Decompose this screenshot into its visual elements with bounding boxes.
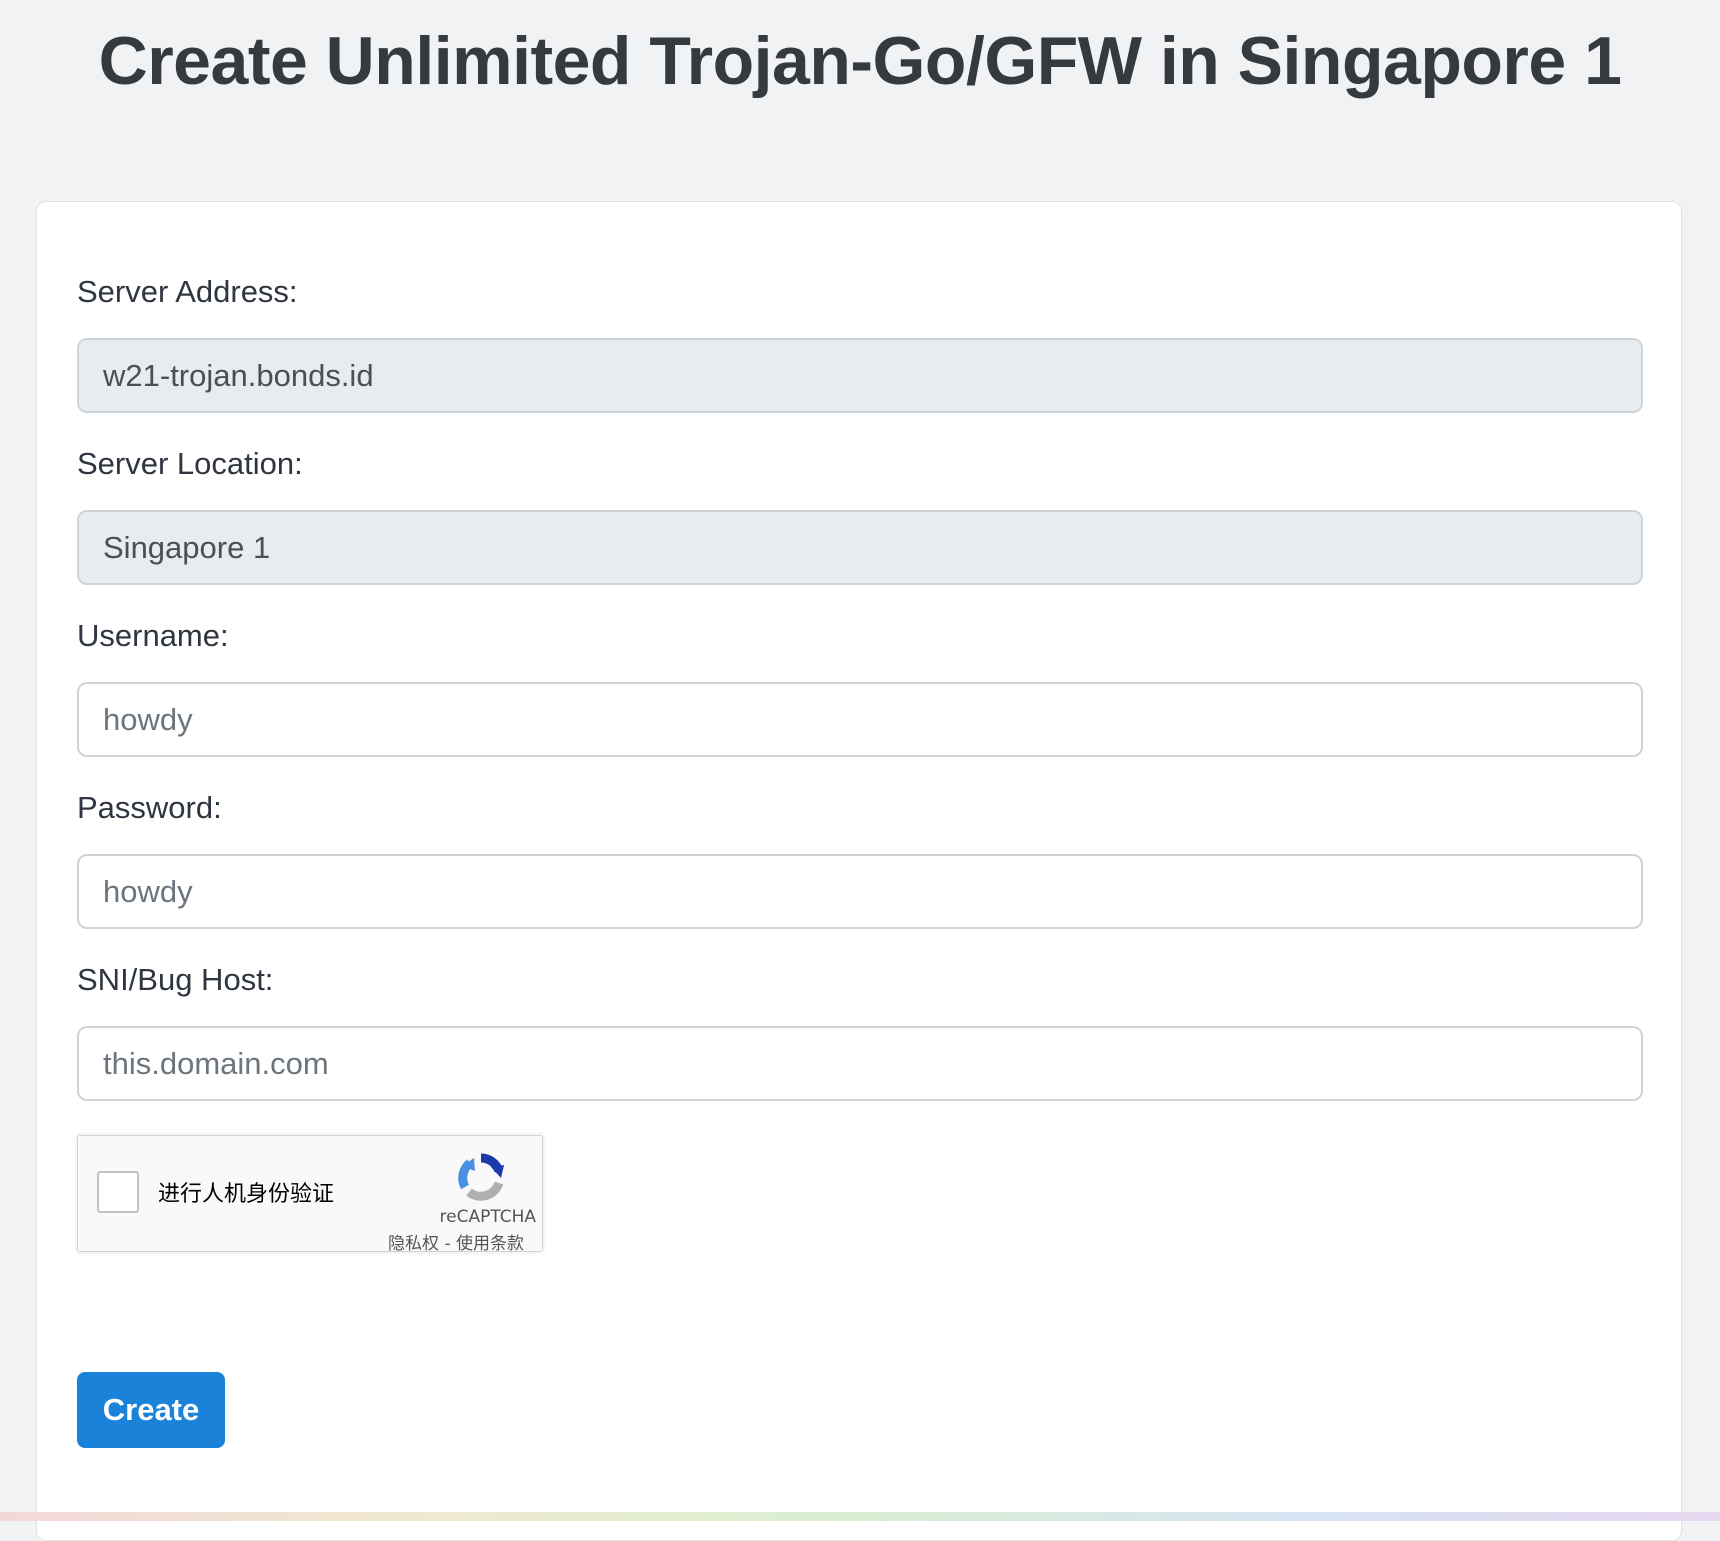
form-card: Server Address: Server Location: Usernam… [36, 201, 1682, 1541]
recaptcha-links: 隐私权 - 使用条款 [388, 1229, 524, 1254]
server-address-label: Server Address: [77, 274, 298, 309]
server-location-label: Server Location: [77, 446, 303, 481]
sni-bug-host-group: SNI/Bug Host: [77, 960, 1643, 1101]
server-location-input[interactable] [77, 510, 1643, 585]
recaptcha-widget: 进行人机身份验证 reCAPTCHA 隐私权 - 使用条款 [77, 1135, 543, 1254]
username-label: Username: [77, 618, 229, 653]
create-button[interactable]: Create [77, 1372, 225, 1448]
sni-bug-host-input[interactable] [77, 1026, 1643, 1101]
username-input[interactable] [77, 682, 1643, 757]
recaptcha-terms-link[interactable]: 使用条款 [456, 1234, 524, 1254]
password-input[interactable] [77, 854, 1643, 929]
server-location-group: Server Location: [77, 444, 1643, 585]
recaptcha-links-separator: - [439, 1234, 456, 1254]
server-address-group: Server Address: [77, 272, 1643, 413]
password-label: Password: [77, 790, 222, 825]
sni-bug-host-label: SNI/Bug Host: [77, 962, 274, 997]
server-address-input[interactable] [77, 338, 1643, 413]
recaptcha-checkbox[interactable] [97, 1171, 139, 1213]
recaptcha-logo-icon [456, 1152, 506, 1202]
recaptcha-privacy-link[interactable]: 隐私权 [388, 1234, 439, 1254]
username-group: Username: [77, 616, 1643, 757]
page-title: Create Unlimited Trojan-Go/GFW in Singap… [98, 23, 1622, 99]
recaptcha-brand: reCAPTCHA [439, 1207, 537, 1227]
password-group: Password: [77, 788, 1643, 929]
recaptcha-label: 进行人机身份验证 [158, 1182, 335, 1207]
bottom-color-strip [0, 1512, 1720, 1521]
